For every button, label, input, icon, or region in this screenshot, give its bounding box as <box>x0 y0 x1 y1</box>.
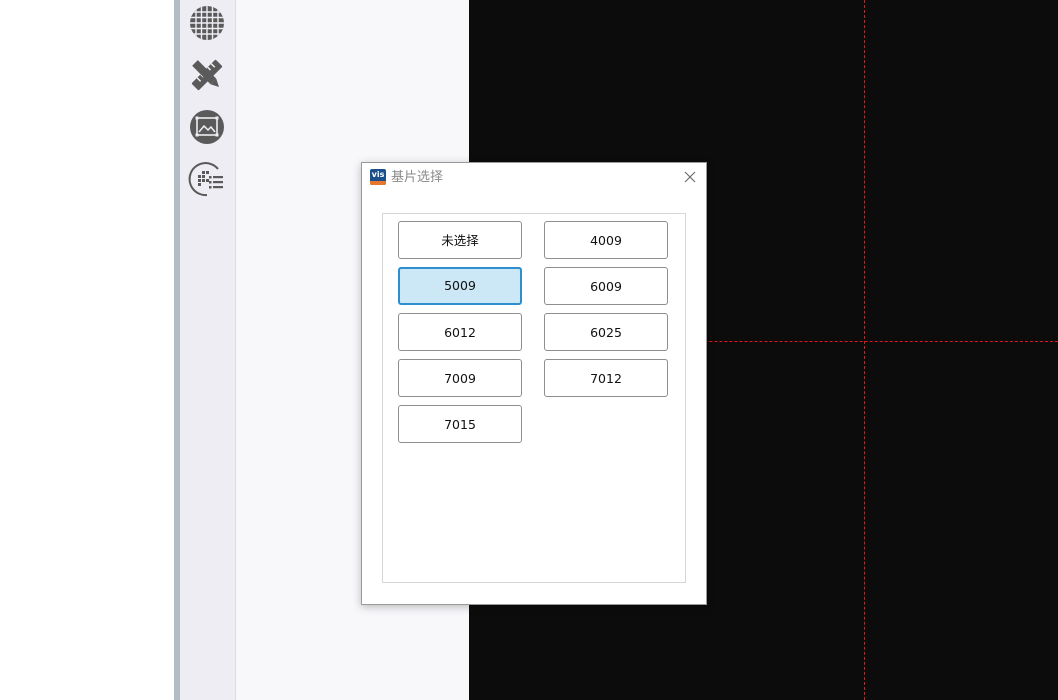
left-blank-area <box>0 0 174 700</box>
close-icon <box>684 171 696 183</box>
measure-tool-button[interactable] <box>188 56 226 94</box>
app-logo: vis <box>370 169 386 185</box>
option-button-6009[interactable]: 6009 <box>544 267 668 305</box>
option-button-6025[interactable]: 6025 <box>544 313 668 351</box>
dialog-title: 基片选择 <box>391 170 444 185</box>
option-button-7015[interactable]: 7015 <box>398 405 522 443</box>
grid-icon <box>190 6 224 40</box>
ruler-pencil-icon <box>191 59 223 91</box>
substrate-select-dialog: vis 基片选择 未选择 4009 5009 6009 6012 6025 70… <box>361 162 707 605</box>
option-button-6012[interactable]: 6012 <box>398 313 522 351</box>
options-group: 未选择 4009 5009 6009 6012 6025 7009 7012 7… <box>382 213 686 583</box>
grid-tool-button[interactable] <box>188 4 226 42</box>
option-button-unselected[interactable]: 未选择 <box>398 221 522 259</box>
dialog-titlebar[interactable]: vis 基片选择 <box>362 163 706 193</box>
pattern-tool-button[interactable] <box>188 160 226 198</box>
pattern-list-icon <box>188 162 223 197</box>
image-tool-button[interactable] <box>188 108 226 146</box>
option-button-7009[interactable]: 7009 <box>398 359 522 397</box>
option-button-7012[interactable]: 7012 <box>544 359 668 397</box>
crosshair-vertical <box>864 0 865 700</box>
vertical-toolbar <box>180 0 236 700</box>
image-frame-icon <box>190 110 224 144</box>
close-button[interactable] <box>680 167 700 187</box>
option-button-5009[interactable]: 5009 <box>398 267 522 305</box>
option-button-4009[interactable]: 4009 <box>544 221 668 259</box>
app-logo-text: vis <box>371 170 385 179</box>
